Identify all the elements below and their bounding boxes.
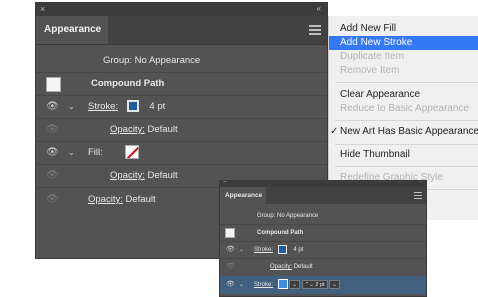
panel-menu-icon[interactable] xyxy=(309,25,321,35)
group-label: Group: No Appearance xyxy=(103,55,201,66)
stroke-weight-value: 4 pt xyxy=(293,247,304,253)
menu-item-remove-item: Remove Item xyxy=(340,65,400,76)
stroke-row[interactable]: 👁 ⌄ Stroke: 4 pt xyxy=(36,96,327,118)
eye-icon[interactable]: 👁 xyxy=(46,96,59,118)
panel-menu-icon[interactable] xyxy=(414,192,422,199)
collapse-icon[interactable]: « xyxy=(419,181,422,184)
opacity-label[interactable]: Opacity: xyxy=(110,124,145,135)
eye-icon[interactable]: 👁 xyxy=(46,165,59,187)
stroke-row-selected[interactable]: 👁 ⌄ Stroke: ⌄ ⌃⌄ 2 pt ⌄ xyxy=(220,276,426,294)
compound-path-row[interactable]: Compound Path xyxy=(220,225,426,241)
eye-icon[interactable]: 👁 xyxy=(46,142,59,164)
chevron-down-icon[interactable]: ⌄ xyxy=(239,276,244,294)
stroke-label[interactable]: Stroke: xyxy=(88,101,118,112)
eye-icon[interactable]: 👁 xyxy=(226,276,235,294)
panel-tab-bar: Appearance xyxy=(220,187,426,204)
stroke-label[interactable]: Stroke: xyxy=(254,247,273,253)
tab-appearance[interactable]: Appearance xyxy=(36,16,108,44)
group-row[interactable]: Group: No Appearance xyxy=(36,50,327,72)
fill-label[interactable]: Fill: xyxy=(88,147,103,158)
appearance-panel-small: × « Appearance Group: No Appearance Comp… xyxy=(219,180,427,297)
chevron-down-icon[interactable]: ⌄ xyxy=(68,96,75,118)
eye-icon[interactable]: 👁 xyxy=(226,259,235,275)
opacity-label[interactable]: Opacity: xyxy=(270,264,292,270)
compound-path-label: Compound Path xyxy=(257,230,304,236)
menu-item-new-art-basic-appearance[interactable]: ✓ New Art Has Basic Appearance xyxy=(329,125,478,139)
compound-path-row[interactable]: Compound Path xyxy=(36,73,327,95)
group-label: Group: No Appearance xyxy=(257,213,319,219)
collapse-icon[interactable]: « xyxy=(317,3,321,15)
stroke-color-swatch[interactable] xyxy=(126,100,139,113)
swatch-dropdown[interactable]: ⌄ xyxy=(289,279,300,289)
stroke-color-swatch[interactable] xyxy=(277,279,288,290)
stroke-weight-stepper[interactable]: ⌃⌄ 2 pt xyxy=(301,279,328,289)
chevron-down-icon[interactable]: ⌄ xyxy=(239,242,244,258)
menu-item-clear-appearance[interactable]: Clear Appearance xyxy=(329,88,478,102)
opacity-value: Default xyxy=(293,264,313,270)
stroke-opacity-row[interactable]: 👁 Opacity: Default xyxy=(220,259,426,275)
stroke-row[interactable]: 👁 ⌄ Stroke: 4 pt xyxy=(220,242,426,258)
checkmark-icon: ✓ xyxy=(330,126,339,137)
stroke-color-swatch[interactable] xyxy=(277,244,287,254)
group-row[interactable]: Group: No Appearance xyxy=(220,208,426,224)
fill-none-swatch[interactable] xyxy=(125,145,140,160)
stroke-opacity-row[interactable]: 👁 Opacity: Default xyxy=(36,119,327,141)
menu-item-duplicate-item: Duplicate Item xyxy=(340,51,404,62)
eye-icon[interactable]: 👁 xyxy=(46,189,59,211)
menu-item-reduce-to-basic: Reduce to Basic Appearance xyxy=(340,103,469,114)
compound-path-label: Compound Path xyxy=(91,78,165,89)
menu-item-hide-thumbnail[interactable]: Hide Thumbnail xyxy=(329,148,478,162)
thumbnail-swatch xyxy=(46,77,61,92)
stroke-weight-dropdown[interactable]: ⌄ xyxy=(329,279,340,289)
panel-tab-bar: Appearance xyxy=(36,16,327,45)
thumbnail-swatch xyxy=(225,228,235,238)
panel-title-bar: × « xyxy=(36,3,327,16)
eye-icon[interactable]: 👁 xyxy=(46,119,59,141)
opacity-value: Default xyxy=(147,170,178,181)
opacity-label[interactable]: Opacity: xyxy=(110,170,145,181)
chevron-down-icon[interactable]: ⌄ xyxy=(68,142,75,164)
opacity-value: Default xyxy=(125,194,156,205)
eye-icon[interactable]: 👁 xyxy=(226,242,235,258)
close-icon[interactable]: × xyxy=(223,181,227,185)
opacity-value: Default xyxy=(147,124,178,135)
tab-appearance[interactable]: Appearance xyxy=(220,187,266,204)
menu-item-add-new-stroke[interactable]: Add New Stroke xyxy=(329,36,478,50)
close-icon[interactable]: × xyxy=(40,3,45,15)
stroke-label[interactable]: Stroke: xyxy=(254,282,273,288)
fill-row[interactable]: 👁 ⌄ Fill: xyxy=(36,142,327,164)
menu-item-add-new-fill[interactable]: Add New Fill xyxy=(329,22,478,36)
stroke-weight-value: 4 pt xyxy=(149,101,166,112)
opacity-label[interactable]: Opacity: xyxy=(88,194,123,205)
